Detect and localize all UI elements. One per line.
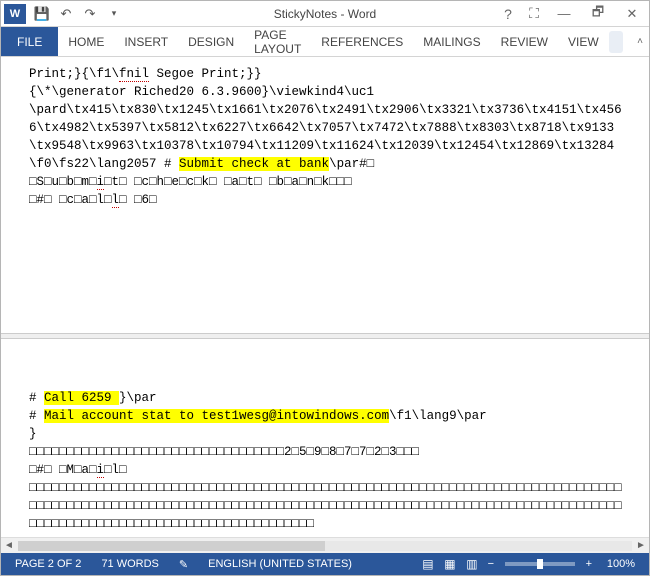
zoom-slider-thumb[interactable] (537, 559, 543, 569)
zoom-in-button[interactable]: + (581, 558, 597, 570)
restore-button[interactable]: 🗗 (581, 1, 615, 27)
read-mode-button[interactable]: ▤ (417, 555, 439, 573)
tab-references[interactable]: REFERENCES (311, 27, 413, 56)
tab-insert[interactable]: INSERT (114, 27, 178, 56)
word-app-icon: W (4, 4, 26, 24)
scroll-left-button[interactable]: ◄ (1, 538, 17, 554)
document-area[interactable]: Print;}{\f1\fnil Segoe Print;}} {\*\gene… (1, 57, 649, 553)
doc-highlight: Call 6259 (44, 391, 119, 405)
print-layout-button[interactable]: ▦ (439, 555, 461, 573)
zoom-out-button[interactable]: − (483, 558, 499, 570)
doc-text: }\par (119, 391, 157, 405)
tab-design[interactable]: DESIGN (178, 27, 244, 56)
scrollbar-track[interactable] (18, 541, 632, 551)
document-page-1[interactable]: Print;}{\f1\fnil Segoe Print;}} {\*\gene… (1, 57, 649, 333)
account-area[interactable] (609, 31, 623, 53)
zoom-slider[interactable] (505, 562, 575, 566)
ribbon-tabs: FILE HOME INSERT DESIGN PAGE LAYOUT REFE… (1, 27, 649, 57)
doc-text: □□□□□□□□□□□□□□□□□□□□□□□□□□□□□□□□□□□□□□□□… (29, 479, 627, 533)
help-button[interactable]: ? (495, 1, 521, 27)
language-indicator[interactable]: ENGLISH (UNITED STATES) (198, 558, 362, 570)
document-page-2[interactable]: # Call 6259 }\par # Mail account stat to… (1, 339, 649, 537)
status-bar: PAGE 2 OF 2 71 WORDS ✎ ENGLISH (UNITED S… (1, 553, 649, 575)
tab-view[interactable]: VIEW (558, 27, 609, 56)
ribbon-display-options-button[interactable]: ⛶ (521, 1, 547, 27)
doc-text: # (29, 391, 44, 405)
scroll-right-button[interactable]: ► (633, 538, 649, 554)
page-indicator[interactable]: PAGE 2 OF 2 (5, 558, 91, 570)
window-title: StickyNotes - Word (274, 7, 376, 21)
qat-customize-button[interactable]: ▾ (105, 5, 123, 23)
word-count[interactable]: 71 WORDS (91, 558, 168, 570)
web-layout-button[interactable]: ▥ (461, 555, 483, 573)
tab-mailings[interactable]: MAILINGS (413, 27, 490, 56)
doc-text: \par#□ (329, 157, 374, 171)
tab-home[interactable]: HOME (58, 27, 114, 56)
close-button[interactable]: ✕ (615, 1, 649, 27)
doc-text: □t□ □c□h□e□c□k□ □a□t□ □b□a□n□k□□□ (104, 175, 352, 189)
tab-file[interactable]: FILE (1, 27, 58, 56)
window-controls: ? ⛶ — 🗗 ✕ (495, 1, 649, 27)
doc-text: □#□ □M□a□ (29, 463, 97, 477)
scrollbar-thumb[interactable] (18, 541, 325, 551)
doc-highlight: Mail account stat to test1wesg@intowindo… (44, 409, 389, 423)
zoom-percent[interactable]: 100% (597, 558, 645, 570)
horizontal-scrollbar[interactable]: ◄ ► (1, 537, 649, 553)
tab-review[interactable]: REVIEW (491, 27, 558, 56)
redo-button[interactable]: ↷ (81, 5, 99, 23)
collapse-ribbon-button[interactable]: ˄ (631, 36, 649, 47)
doc-text: } (29, 425, 627, 443)
doc-text: {\*\generator Riched20 6.3.9600}\viewkin… (29, 83, 627, 101)
doc-text: □S□u□b□m□ (29, 175, 97, 189)
doc-text: Segoe Print;}} (149, 67, 262, 81)
save-button[interactable]: 💾 (33, 5, 51, 23)
quick-access-toolbar: 💾 ↶ ↷ ▾ (33, 5, 123, 23)
doc-text: \f1\lang9\par (389, 409, 487, 423)
minimize-button[interactable]: — (547, 1, 581, 27)
doc-text-spellerror: i (97, 463, 105, 478)
doc-text: □#□ □c□a□l□ (29, 193, 112, 207)
doc-text: □l□ (104, 463, 127, 477)
doc-text-spellerror: i (97, 175, 105, 190)
doc-text: □ □6□ (119, 193, 157, 207)
undo-button[interactable]: ↶ (57, 5, 75, 23)
proofing-button[interactable]: ✎ (169, 558, 198, 571)
doc-text: # (29, 409, 44, 423)
doc-text: □□□□□□□□□□□□□□□□□□□□□□□□□□□□□□□□□□2□5□9□… (29, 443, 627, 461)
doc-text: Print;}{\f1\ (29, 67, 119, 81)
doc-text-spellerror: fnil (119, 67, 149, 82)
doc-highlight: Submit check at bank (179, 157, 329, 171)
title-bar: W 💾 ↶ ↷ ▾ StickyNotes - Word ? ⛶ — 🗗 ✕ (1, 1, 649, 27)
tab-page-layout[interactable]: PAGE LAYOUT (244, 27, 311, 56)
doc-text-spellerror: l (112, 193, 120, 208)
